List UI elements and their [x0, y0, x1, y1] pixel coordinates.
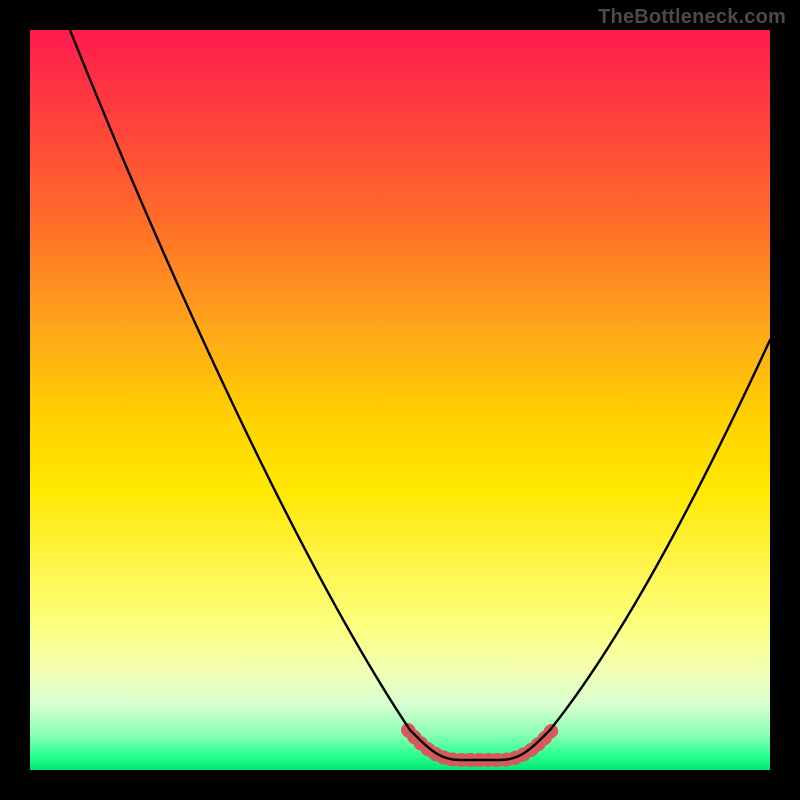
- curve-layer: [30, 30, 770, 770]
- watermark-text: TheBottleneck.com: [598, 6, 786, 29]
- chart-frame: TheBottleneck.com: [0, 0, 800, 800]
- optimal-zone-stroke: [408, 730, 552, 760]
- bottleneck-curve: [70, 30, 770, 760]
- plot-area: [30, 30, 770, 770]
